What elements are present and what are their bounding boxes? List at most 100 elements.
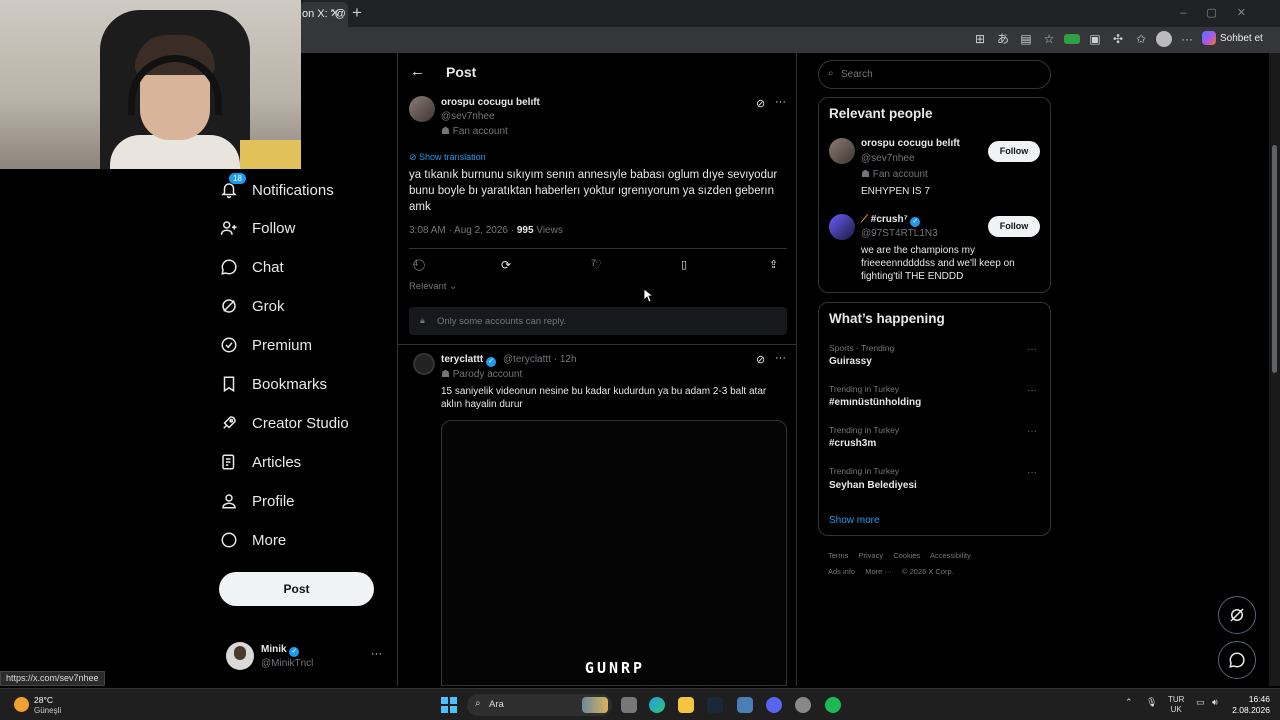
follow-button[interactable]: Follow (988, 216, 1040, 237)
tray-chevron-icon[interactable]: ⌃ (1125, 697, 1133, 708)
edge-icon[interactable] (649, 697, 665, 713)
back-arrow-icon[interactable]: ← (410, 63, 425, 80)
share-icon[interactable]: ⇪ (769, 258, 778, 271)
search-highlight-icon[interactable] (582, 697, 608, 713)
nav-more[interactable]: More (219, 528, 286, 552)
profile-avatar-icon[interactable] (1156, 31, 1172, 47)
nav-follow[interactable]: Follow (219, 216, 295, 240)
post-time[interactable]: 3:08 AM · Aug 2, 2026 · (409, 225, 517, 236)
mask-icon: ☗ (441, 126, 453, 137)
post-author-avatar[interactable] (409, 96, 435, 122)
network-icon[interactable]: ▭ (1196, 697, 1205, 708)
extension-icon[interactable]: ▣ (1087, 31, 1103, 47)
weather-condition: Güneşli (34, 706, 62, 715)
person-handle[interactable]: @sev7nhee (861, 153, 915, 164)
more-icon[interactable]: ··· (1027, 344, 1037, 355)
bookmark-icon (219, 374, 239, 394)
nav-grok[interactable]: Grok (219, 294, 285, 318)
show-more-link[interactable]: Show more (829, 515, 880, 526)
app-icon[interactable] (737, 697, 753, 713)
window-controls[interactable]: –▢✕ (1180, 6, 1266, 19)
reply-author-handle[interactable]: @teryclattt · 12h (503, 354, 577, 365)
more-icon[interactable]: ··· (1027, 385, 1037, 396)
clock[interactable]: 16:46 2.08.2026 (1206, 694, 1270, 716)
bookmark-icon[interactable]: ▯ (681, 258, 687, 271)
whats-happening-card: What’s happening Sports · Trending Guira… (818, 302, 1051, 536)
post-author-handle[interactable]: @sev7nhee (441, 111, 495, 122)
search-placeholder: Search (841, 69, 873, 80)
nav-chat[interactable]: Chat (219, 255, 284, 279)
trend-name[interactable]: Guirassy (829, 356, 872, 367)
footer-link[interactable]: Accessibility (930, 551, 971, 560)
footer-link[interactable]: Privacy (859, 551, 884, 560)
search-input[interactable]: ⌕ Search (818, 60, 1051, 89)
nav-notifications[interactable]: 18 Notifications (219, 173, 334, 202)
footer-link[interactable]: Cookies (893, 551, 920, 560)
spotify-icon[interactable] (825, 697, 841, 713)
nav-premium[interactable]: Premium (219, 333, 312, 357)
grok-icon[interactable]: ⊘ (756, 97, 765, 110)
person-handle[interactable]: @97ST4RTL1N3 (861, 228, 938, 239)
translate-icon[interactable]: あ (995, 31, 1011, 47)
start-icon[interactable] (441, 697, 457, 713)
person-name[interactable]: orospu cocugu belıft (861, 138, 960, 149)
file-explorer-icon[interactable] (678, 697, 694, 713)
steam-icon[interactable] (707, 697, 723, 713)
extension-green-icon[interactable] (1064, 34, 1080, 44)
trend-name[interactable]: Seyhan Belediyesi (829, 480, 917, 491)
app-icon[interactable] (795, 697, 811, 713)
nav-articles[interactable]: Articles (219, 450, 301, 474)
nav-bookmarks[interactable]: Bookmarks (219, 372, 327, 396)
new-tab-icon[interactable]: + (352, 3, 362, 23)
more-icon[interactable]: ··· (775, 96, 786, 108)
task-view-icon[interactable] (621, 697, 637, 713)
more-icon[interactable]: ··· (775, 352, 786, 364)
language-indicator[interactable]: TUR UK (1168, 695, 1184, 715)
tab-close-icon[interactable]: ✕ (330, 6, 340, 20)
star-icon[interactable]: ☆ (1041, 31, 1057, 47)
more-icon[interactable]: ··· (1027, 467, 1037, 478)
footer-link[interactable]: Ads info (828, 567, 855, 576)
avatar[interactable] (829, 214, 855, 240)
scrollbar[interactable] (1269, 53, 1280, 686)
show-translation-link[interactable]: ⊘ Show translation (409, 152, 486, 163)
avatar[interactable] (829, 138, 855, 164)
reply-video[interactable]: GUNRP (441, 420, 787, 686)
extension-puzzle-icon[interactable]: ✣ (1110, 31, 1126, 47)
grok-icon[interactable]: ⊘ (756, 353, 765, 366)
reader-icon[interactable]: ▤ (1018, 31, 1034, 47)
browser-tab[interactable]: on X: "@ (300, 2, 348, 27)
microphone-icon[interactable]: 🎙︎ (1146, 697, 1157, 708)
nav-creator-studio[interactable]: Creator Studio (219, 411, 349, 435)
trend-category: Trending in Turkey (829, 384, 900, 394)
account-switcher[interactable]: Minik ✓ @MinikTncl ··· (226, 642, 386, 672)
post-button[interactable]: Post (219, 572, 374, 606)
reply-author-tag: ☗ Parody account (441, 369, 522, 380)
copilot-button[interactable]: Sohbet et (1202, 31, 1263, 45)
carrot-icon: ⟋ (861, 214, 868, 225)
reply-author-name-row[interactable]: teryclattt ✓ (441, 354, 497, 367)
more-icon[interactable]: ··· (1027, 426, 1037, 437)
account-more-icon[interactable]: ··· (371, 648, 382, 660)
repost-icon[interactable]: ⟳ (501, 258, 511, 272)
trend-name[interactable]: #emınüstünholding (829, 397, 921, 408)
scrollbar-thumb[interactable] (1272, 145, 1277, 373)
grok-float-button[interactable] (1218, 596, 1256, 634)
trend-name[interactable]: #crush3m (829, 438, 876, 449)
favorites-icon[interactable]: ✩ (1133, 31, 1149, 47)
reply-author-avatar[interactable] (413, 353, 435, 375)
discord-icon[interactable] (766, 697, 782, 713)
copilot-label: Sohbet et (1220, 32, 1263, 44)
footer-link[interactable]: Terms (828, 551, 848, 560)
person-name-row[interactable]: ⟋ #crush⁷ ✓ (861, 214, 921, 227)
post-author-name[interactable]: orospu cocugu belıft (441, 97, 540, 108)
nav-profile[interactable]: Profile (219, 489, 295, 513)
footer-links: Terms Privacy Cookies Accessibility Ads … (828, 548, 1028, 580)
webcam-overlay (0, 0, 301, 169)
chat-float-button[interactable] (1218, 641, 1256, 679)
footer-link[interactable]: More ··· (865, 567, 892, 576)
app-icon[interactable]: ⊞ (972, 31, 988, 47)
sort-dropdown[interactable]: Relevant ⌄ (409, 281, 457, 292)
menu-icon[interactable]: ··· (1179, 31, 1195, 47)
follow-button[interactable]: Follow (988, 141, 1040, 162)
